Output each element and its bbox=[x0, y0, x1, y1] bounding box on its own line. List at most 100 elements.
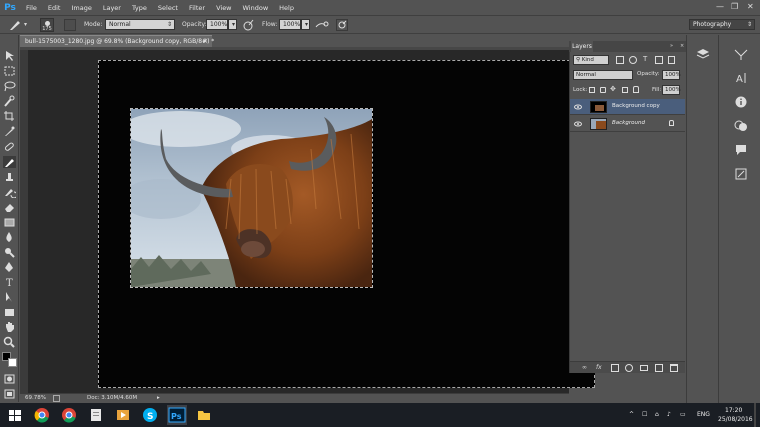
hand-tool-icon[interactable] bbox=[3, 321, 16, 333]
quick-selection-tool-icon[interactable] bbox=[3, 95, 16, 107]
character-panel-icon[interactable]: A bbox=[733, 71, 749, 85]
flow-dropdown[interactable]: ▾ bbox=[301, 19, 310, 30]
chrome-2-icon[interactable] bbox=[61, 407, 77, 423]
blend-mode-select[interactable]: Normal bbox=[573, 70, 633, 80]
menu-help[interactable]: Help bbox=[279, 4, 294, 12]
language-indicator[interactable]: ENG bbox=[697, 411, 710, 418]
pressure-opacity-icon[interactable] bbox=[242, 19, 254, 31]
menu-file[interactable]: File bbox=[26, 4, 37, 12]
layer-name[interactable]: Background copy bbox=[612, 103, 660, 109]
clock-time[interactable]: 17:20 bbox=[725, 407, 742, 414]
add-mask-icon[interactable] bbox=[611, 364, 619, 372]
highland-cow-photo[interactable] bbox=[130, 108, 373, 288]
shape-filter-icon[interactable] bbox=[655, 56, 663, 64]
eyedropper-tool-icon[interactable] bbox=[3, 125, 16, 137]
history-brush-tool-icon[interactable] bbox=[3, 186, 18, 199]
new-group-icon[interactable] bbox=[640, 365, 648, 371]
media-player-icon[interactable] bbox=[115, 407, 131, 423]
layer-filter-select[interactable]: ⚲ Kind bbox=[573, 55, 609, 65]
document-tab[interactable]: bull-1575003_1280.jpg @ 69.8% (Backgroun… bbox=[20, 35, 214, 47]
lock-image-icon[interactable] bbox=[600, 87, 606, 93]
menu-type[interactable]: Type bbox=[132, 4, 147, 12]
layers-panel-icon[interactable] bbox=[695, 47, 711, 61]
tray-volume-icon[interactable]: ♪ bbox=[667, 411, 671, 418]
gradient-tool-icon[interactable] bbox=[3, 216, 16, 228]
windows-start-icon[interactable] bbox=[7, 407, 23, 423]
tray-network-icon[interactable]: ⌂ bbox=[655, 411, 659, 418]
smart-object-filter-icon[interactable] bbox=[668, 56, 675, 64]
marquee-tool-icon[interactable] bbox=[3, 65, 16, 77]
tray-keyboard-icon[interactable]: ▭ bbox=[680, 411, 686, 418]
zoom-level[interactable]: 69.78% bbox=[25, 394, 46, 403]
pen-tool-icon[interactable] bbox=[3, 261, 16, 273]
visibility-eye-icon[interactable] bbox=[574, 121, 582, 127]
file-explorer-icon[interactable] bbox=[196, 407, 212, 423]
lock-all-icon[interactable] bbox=[633, 86, 639, 93]
type-filter-icon[interactable]: T bbox=[643, 55, 647, 63]
dodge-tool-icon[interactable] bbox=[3, 246, 16, 258]
background-color-swatch[interactable] bbox=[8, 358, 17, 367]
status-menu-arrow-icon[interactable]: ▸ bbox=[157, 394, 160, 403]
comments-panel-icon[interactable] bbox=[733, 143, 749, 157]
delete-layer-icon[interactable] bbox=[670, 364, 678, 372]
chrome-icon[interactable] bbox=[34, 407, 50, 423]
clone-stamp-tool-icon[interactable] bbox=[3, 171, 16, 183]
lock-artboard-icon[interactable] bbox=[622, 87, 628, 93]
link-layers-icon[interactable]: ∞ bbox=[582, 364, 590, 372]
brush-size-picker[interactable]: 175 bbox=[40, 18, 54, 32]
type-tool-icon[interactable]: T bbox=[3, 276, 16, 289]
crop-tool-icon[interactable] bbox=[3, 110, 16, 122]
quick-mask-icon[interactable] bbox=[3, 373, 16, 385]
layer-name[interactable]: Background bbox=[612, 120, 645, 126]
fill-field[interactable]: 100% bbox=[662, 85, 681, 95]
layers-tab[interactable]: Layers bbox=[571, 41, 593, 52]
move-tool-icon[interactable] bbox=[3, 50, 16, 62]
adjustment-filter-icon[interactable] bbox=[629, 56, 637, 64]
menu-edit[interactable]: Edit bbox=[48, 4, 61, 12]
adjustments-panel-icon[interactable] bbox=[733, 119, 749, 133]
lasso-tool-icon[interactable] bbox=[3, 80, 16, 92]
screen-mode-icon[interactable] bbox=[3, 388, 16, 400]
mode-select[interactable]: Normal ⇕ bbox=[105, 19, 175, 30]
layer-opacity-field[interactable]: 100% bbox=[662, 70, 681, 80]
tray-chevron-icon[interactable]: ^ bbox=[629, 411, 634, 418]
adjustment-layer-icon[interactable] bbox=[625, 364, 633, 372]
menu-layer[interactable]: Layer bbox=[103, 4, 121, 12]
layer-row-background-copy[interactable]: Background copy bbox=[570, 99, 685, 115]
menu-view[interactable]: View bbox=[216, 4, 231, 12]
menu-filter[interactable]: Filter bbox=[189, 4, 205, 12]
show-desktop-button[interactable] bbox=[754, 403, 756, 427]
maximize-icon[interactable]: ❐ bbox=[731, 2, 738, 11]
brush-panel-icon[interactable] bbox=[64, 19, 76, 31]
new-layer-icon[interactable] bbox=[655, 364, 663, 372]
close-icon[interactable]: ✕ bbox=[747, 2, 754, 11]
skype-icon[interactable]: S bbox=[142, 407, 158, 423]
menu-window[interactable]: Window bbox=[243, 4, 269, 12]
panel-close-icon[interactable]: × bbox=[680, 43, 684, 49]
layer-row-background[interactable]: Background bbox=[570, 116, 685, 132]
info-panel-icon[interactable] bbox=[733, 95, 749, 109]
brush-presets-panel-icon[interactable] bbox=[733, 167, 749, 181]
blur-tool-icon[interactable] bbox=[3, 231, 16, 243]
opacity-field[interactable]: 100% bbox=[206, 19, 228, 30]
transform-icon[interactable] bbox=[733, 47, 749, 61]
airbrush-icon[interactable] bbox=[315, 19, 329, 31]
layer-style-icon[interactable]: fx bbox=[596, 364, 604, 372]
tray-action-center-icon[interactable]: ☐ bbox=[642, 411, 647, 418]
workspace-select[interactable]: Photography ⇕ bbox=[689, 19, 755, 30]
status-share-icon[interactable] bbox=[53, 395, 60, 402]
opacity-dropdown[interactable]: ▾ bbox=[228, 19, 237, 30]
menu-image[interactable]: Image bbox=[71, 4, 91, 12]
file-icon[interactable] bbox=[88, 407, 104, 423]
zoom-tool-icon[interactable] bbox=[3, 336, 16, 348]
visibility-eye-icon[interactable] bbox=[574, 104, 582, 110]
collapse-panel-icon[interactable]: » bbox=[670, 43, 673, 49]
menu-select[interactable]: Select bbox=[158, 4, 178, 12]
lock-transparent-icon[interactable] bbox=[589, 87, 595, 93]
healing-brush-tool-icon[interactable] bbox=[3, 141, 16, 153]
brush-tool-selected-icon[interactable] bbox=[3, 156, 16, 168]
flow-field[interactable]: 100% bbox=[279, 19, 301, 30]
rectangle-tool-icon[interactable] bbox=[3, 306, 16, 318]
photoshop-taskbar-icon[interactable]: Ps bbox=[167, 405, 187, 425]
eraser-tool-icon[interactable] bbox=[3, 201, 16, 213]
